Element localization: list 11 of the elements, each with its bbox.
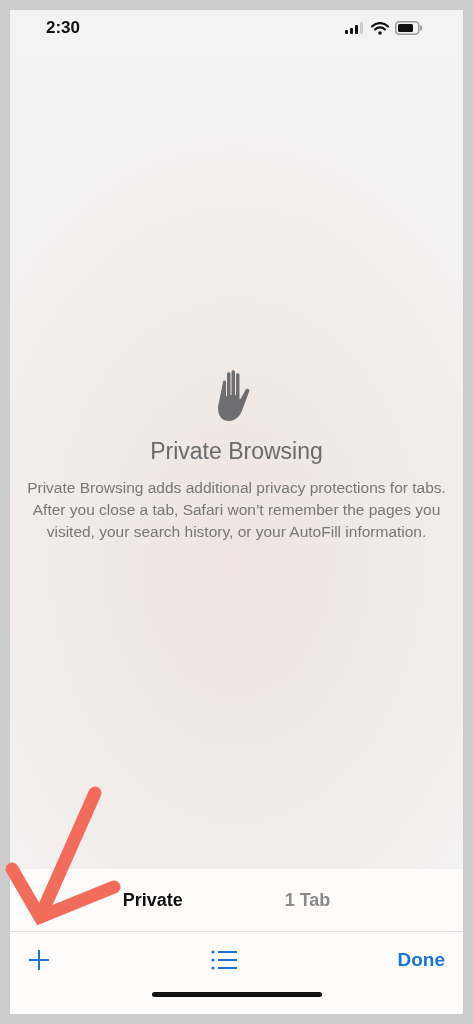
tab-group-tab[interactable]: 1 Tab [278,885,337,915]
empty-state-title: Private Browsing [150,438,323,465]
list-icon [210,950,237,970]
signal-icon [345,22,365,34]
tab-group-tab[interactable]: Private [116,885,189,915]
status-time: 2:30 [46,18,81,38]
wifi-icon [371,21,389,35]
battery-icon [395,21,423,35]
plus-icon [28,949,50,971]
empty-state-description: Private Browsing adds additional privacy protections for tabs. After you close a tab, Safari won’t remember the pages you visited, your search history, or your AutoFill information. [26,478,447,542]
done-button[interactable]: Done [393,947,449,973]
